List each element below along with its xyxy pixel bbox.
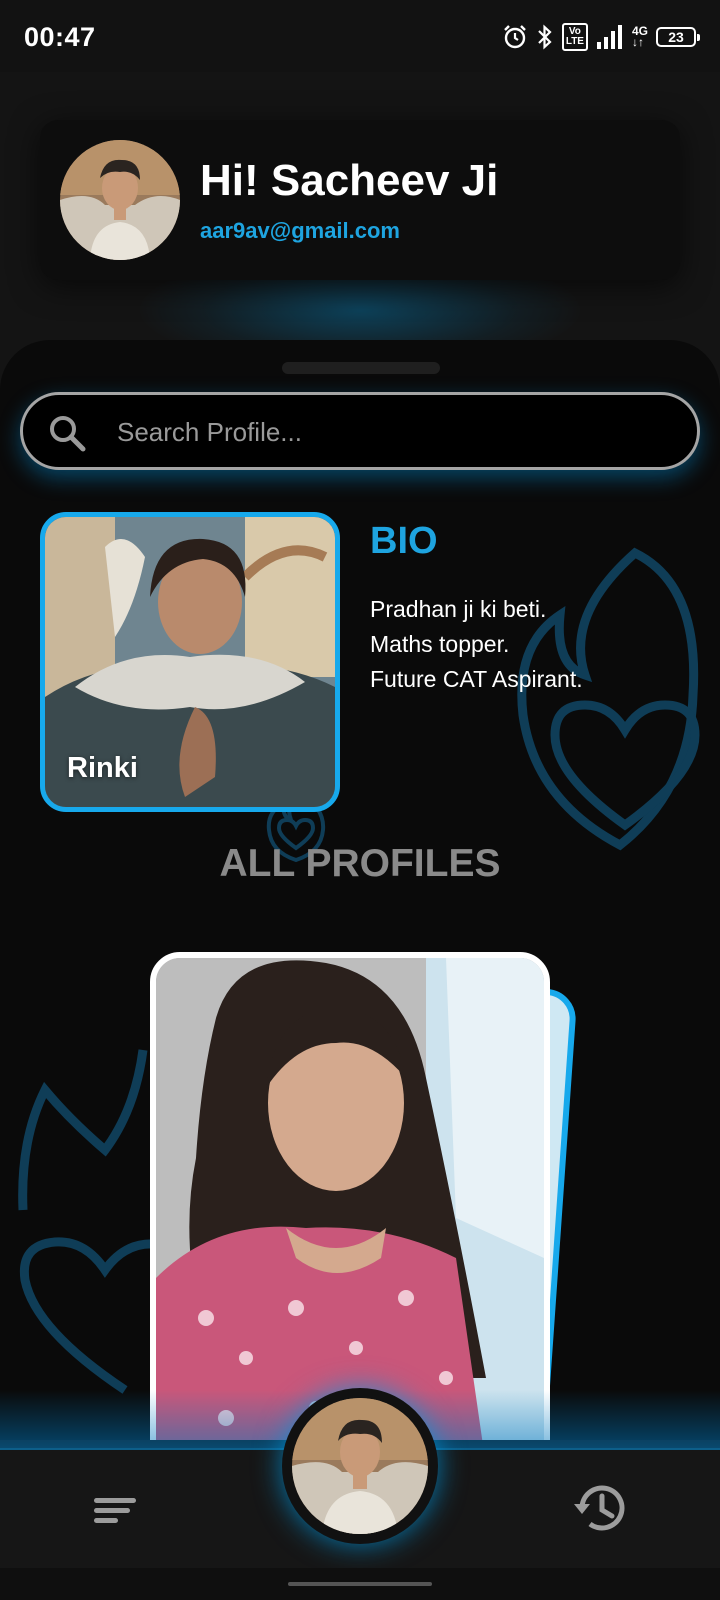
profile-card-front[interactable] — [150, 952, 550, 1440]
status-icons: Vo LTE 4G ↓↑ 23 — [502, 22, 700, 52]
sheet-drag-handle[interactable] — [282, 362, 440, 374]
bio-line: Pradhan ji ki beti. — [370, 596, 547, 622]
main-sheet: Rinki BIO Pradhan ji ki beti. Maths topp… — [0, 340, 720, 1440]
battery-level: 23 — [668, 29, 684, 45]
network-type: 4G ↓↑ — [631, 24, 648, 49]
profile-nav-button[interactable] — [282, 1388, 438, 1544]
bio-line: Future CAT Aspirant. — [370, 666, 583, 692]
user-avatar[interactable] — [60, 140, 180, 260]
signal-icon — [596, 25, 622, 49]
user-email: aar9av@gmail.com — [200, 218, 400, 243]
bluetooth-icon — [538, 24, 552, 50]
volte-icon: Vo LTE — [561, 23, 588, 51]
status-bar: 00:47 Vo LTE 4G ↓↑ 23 — [0, 0, 720, 72]
search-icon — [50, 416, 86, 452]
search-input[interactable] — [115, 409, 679, 455]
battery-icon: 23 — [656, 27, 700, 47]
featured-profile-card[interactable]: Rinki — [40, 512, 340, 812]
gesture-bar — [0, 1568, 720, 1600]
search-bar[interactable] — [20, 392, 700, 470]
bio-title: BIO — [370, 520, 438, 562]
alarm-icon — [503, 25, 526, 49]
user-header-card: Hi! Sacheev Ji aar9av@gmail.com — [40, 120, 680, 280]
greeting: Hi! Sacheev Ji — [200, 156, 499, 205]
all-profiles-title: ALL PROFILES — [219, 842, 501, 885]
bio-line: Maths topper. — [370, 631, 510, 657]
menu-button[interactable] — [94, 1498, 142, 1523]
status-time: 00:47 — [24, 22, 96, 52]
bio-text: Pradhan ji ki beti. Maths topper. Future… — [370, 592, 700, 697]
history-icon — [574, 1485, 625, 1531]
profile-avatar — [292, 1398, 428, 1534]
home-indicator[interactable] — [288, 1582, 432, 1586]
history-button[interactable] — [572, 1480, 628, 1536]
featured-profile-name: Rinki — [67, 752, 138, 784]
profile-card-photo — [156, 958, 544, 1440]
